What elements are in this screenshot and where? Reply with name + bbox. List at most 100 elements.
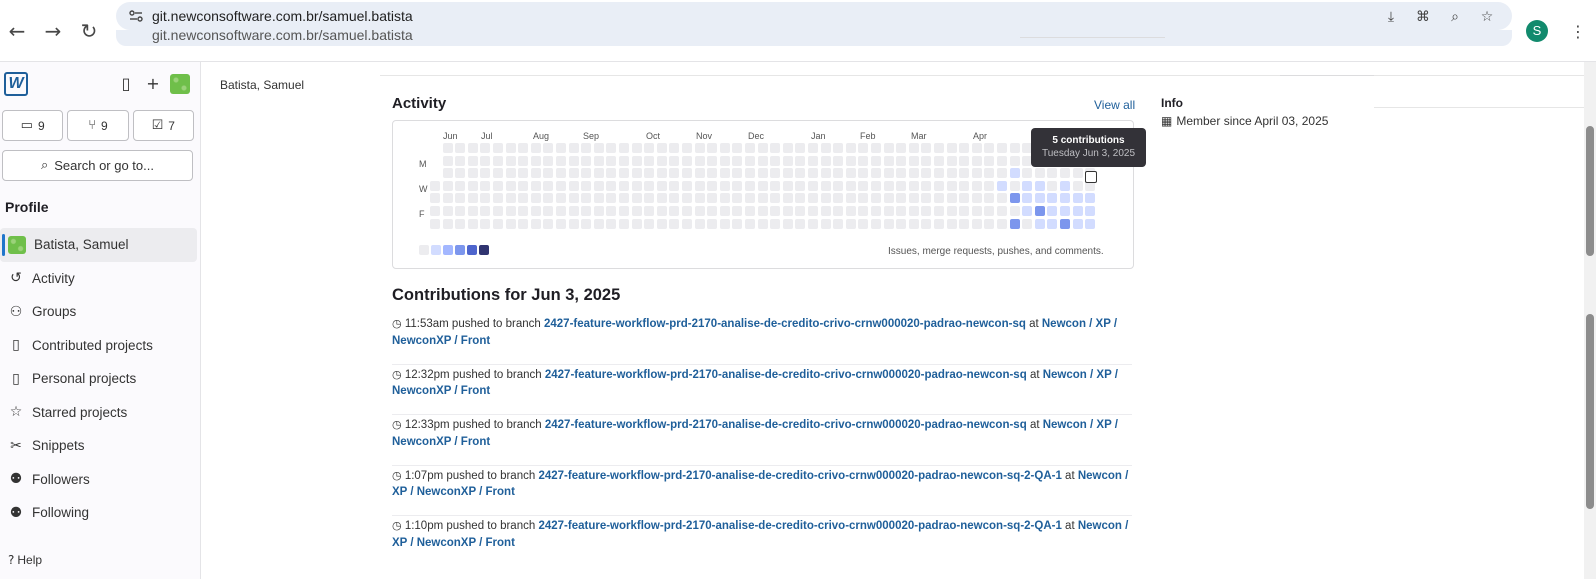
calendar-day-cell[interactable] bbox=[593, 218, 604, 229]
sidebar-item-followers[interactable]: ⚉ Followers bbox=[0, 463, 197, 497]
calendar-day-cell[interactable] bbox=[581, 193, 592, 204]
sidebar-item-personal-projects[interactable]: ▯ Personal projects bbox=[0, 362, 197, 396]
calendar-day-cell[interactable] bbox=[808, 218, 818, 229]
calendar-day-cell[interactable] bbox=[934, 193, 944, 204]
calendar-day-cell[interactable] bbox=[845, 155, 856, 166]
back-button[interactable]: ← bbox=[6, 20, 28, 42]
calendar-day-cell[interactable] bbox=[581, 206, 592, 216]
calendar-day-cell[interactable] bbox=[871, 155, 881, 166]
calendar-day-cell[interactable] bbox=[556, 218, 566, 229]
calendar-day-cell[interactable] bbox=[959, 180, 970, 191]
calendar-day-cell[interactable] bbox=[493, 168, 503, 179]
calendar-day-cell[interactable] bbox=[984, 155, 995, 166]
bookmark-star-icon[interactable]: ☆ bbox=[1478, 8, 1496, 26]
calendar-day-cell[interactable] bbox=[808, 143, 818, 153]
calendar-day-cell[interactable] bbox=[669, 193, 680, 204]
calendar-day-cell[interactable] bbox=[1009, 180, 1020, 191]
calendar-day-cell[interactable] bbox=[467, 168, 478, 179]
calendar-day-cell[interactable] bbox=[707, 168, 718, 179]
calendar-day-cell[interactable] bbox=[808, 180, 818, 191]
calendar-day-cell[interactable] bbox=[493, 143, 503, 153]
calendar-day-cell[interactable] bbox=[606, 193, 617, 204]
calendar-day-cell[interactable] bbox=[745, 168, 755, 179]
calendar-day-cell[interactable] bbox=[1022, 193, 1033, 204]
calendar-day-cell[interactable] bbox=[1009, 155, 1020, 166]
calendar-day-cell[interactable] bbox=[606, 155, 617, 166]
calendar-day-cell[interactable] bbox=[619, 155, 629, 166]
calendar-day-cell[interactable] bbox=[833, 143, 844, 153]
calendar-day-cell[interactable] bbox=[480, 155, 491, 166]
calendar-day-cell[interactable] bbox=[644, 155, 655, 166]
calendar-day-cell[interactable] bbox=[833, 206, 844, 216]
calendar-day-cell[interactable] bbox=[1022, 168, 1033, 179]
calendar-day-cell[interactable] bbox=[845, 206, 856, 216]
calendar-day-cell[interactable] bbox=[1009, 206, 1020, 216]
calendar-day-cell[interactable] bbox=[921, 193, 932, 204]
sidebar-item-contributed-projects[interactable]: ▯ Contributed projects bbox=[0, 329, 197, 363]
calendar-day-cell[interactable] bbox=[908, 155, 919, 166]
forward-button[interactable]: → bbox=[42, 20, 64, 42]
calendar-day-cell[interactable] bbox=[1047, 218, 1058, 229]
calendar-day-cell[interactable] bbox=[845, 193, 856, 204]
calendar-day-cell[interactable] bbox=[934, 155, 944, 166]
calendar-day-cell[interactable] bbox=[946, 180, 957, 191]
calendar-day-cell[interactable] bbox=[631, 143, 642, 153]
calendar-day-cell[interactable] bbox=[1085, 206, 1096, 216]
calendar-day-cell[interactable] bbox=[820, 155, 831, 166]
calendar-day-cell[interactable] bbox=[682, 155, 692, 166]
calendar-day-cell[interactable] bbox=[908, 143, 919, 153]
calendar-day-cell[interactable] bbox=[556, 193, 566, 204]
calendar-day-cell[interactable] bbox=[480, 193, 491, 204]
calendar-day-cell[interactable] bbox=[694, 180, 705, 191]
calendar-day-cell[interactable] bbox=[656, 206, 667, 216]
calendar-day-cell[interactable] bbox=[442, 218, 453, 229]
calendar-day-cell[interactable] bbox=[782, 168, 793, 179]
calendar-day-cell[interactable] bbox=[593, 155, 604, 166]
calendar-day-cell[interactable] bbox=[808, 155, 818, 166]
calendar-day-cell[interactable] bbox=[820, 206, 831, 216]
calendar-day-cell[interactable] bbox=[757, 193, 768, 204]
calendar-day-cell[interactable] bbox=[493, 193, 503, 204]
calendar-day-cell[interactable] bbox=[518, 218, 529, 229]
calendar-day-cell[interactable] bbox=[795, 193, 806, 204]
calendar-day-cell[interactable] bbox=[442, 206, 453, 216]
calendar-day-cell[interactable] bbox=[682, 206, 692, 216]
calendar-day-cell[interactable] bbox=[505, 143, 516, 153]
address-bar[interactable]: git.newconsoftware.com.br/samuel.batista… bbox=[116, 2, 1512, 30]
calendar-day-cell[interactable] bbox=[732, 180, 743, 191]
calendar-day-cell[interactable] bbox=[1060, 218, 1070, 229]
calendar-day-cell[interactable] bbox=[568, 155, 579, 166]
calendar-day-cell[interactable] bbox=[1060, 206, 1070, 216]
calendar-day-cell[interactable] bbox=[1072, 180, 1083, 191]
calendar-day-cell[interactable] bbox=[682, 180, 692, 191]
calendar-day-cell[interactable] bbox=[606, 206, 617, 216]
calendar-day-cell[interactable] bbox=[682, 193, 692, 204]
calendar-day-cell[interactable] bbox=[505, 155, 516, 166]
calendar-day-cell[interactable] bbox=[480, 218, 491, 229]
calendar-day-cell[interactable] bbox=[568, 206, 579, 216]
calendar-day-cell[interactable] bbox=[745, 143, 755, 153]
calendar-day-cell[interactable] bbox=[795, 218, 806, 229]
calendar-day-cell[interactable] bbox=[997, 206, 1007, 216]
branch-link[interactable]: 2427-feature-workflow-prd-2170-analise-d… bbox=[545, 419, 1027, 431]
create-new-icon[interactable]: + bbox=[143, 74, 163, 94]
help-button[interactable]: ? Help bbox=[8, 553, 42, 567]
calendar-day-cell[interactable] bbox=[820, 193, 831, 204]
calendar-day-cell[interactable] bbox=[858, 180, 869, 191]
calendar-day-cell[interactable] bbox=[908, 193, 919, 204]
calendar-day-cell[interactable] bbox=[619, 180, 629, 191]
calendar-day-cell[interactable] bbox=[971, 193, 982, 204]
calendar-day-cell[interactable] bbox=[1072, 193, 1083, 204]
calendar-day-cell[interactable] bbox=[946, 193, 957, 204]
calendar-day-cell[interactable] bbox=[883, 143, 894, 153]
calendar-day-cell[interactable] bbox=[1034, 206, 1045, 216]
calendar-day-cell[interactable] bbox=[959, 155, 970, 166]
calendar-day-cell[interactable] bbox=[782, 193, 793, 204]
calendar-day-cell[interactable] bbox=[984, 218, 995, 229]
calendar-day-cell[interactable] bbox=[606, 143, 617, 153]
calendar-day-cell[interactable] bbox=[480, 206, 491, 216]
calendar-day-cell[interactable] bbox=[871, 143, 881, 153]
calendar-day-cell[interactable] bbox=[467, 155, 478, 166]
calendar-day-cell[interactable] bbox=[782, 155, 793, 166]
calendar-day-cell[interactable] bbox=[1060, 168, 1070, 179]
